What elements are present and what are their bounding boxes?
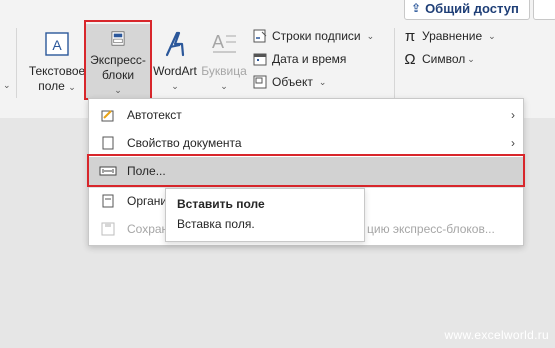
quick-parts-highlight xyxy=(84,20,152,100)
chevron-right-icon: › xyxy=(511,108,515,122)
textbox-label-line1: Текстовое xyxy=(28,64,86,78)
equation-button[interactable]: π Уравнение ⌄ xyxy=(402,26,496,46)
organizer-icon xyxy=(99,193,117,209)
textbox-icon: A xyxy=(45,32,69,56)
field-tooltip: Вставить поле Вставка поля. xyxy=(165,188,365,242)
chevron-down-icon: ⌄ xyxy=(366,30,375,41)
textbox-button[interactable]: A Текстовое поле ⌄ xyxy=(28,30,86,95)
menu-item-label: Свойство документа xyxy=(127,136,242,150)
document-property-icon xyxy=(99,135,117,151)
group-separator xyxy=(394,28,395,98)
dropcap-label: Буквица xyxy=(201,64,247,78)
symbol-button[interactable]: Ω Символ ⌄ xyxy=(402,49,475,69)
chevron-down-icon: ⌄ xyxy=(3,80,11,90)
omega-icon: Ω xyxy=(404,50,416,68)
textbox-label-line2: поле xyxy=(38,79,65,93)
group-separator xyxy=(16,28,17,98)
wordart-icon xyxy=(165,31,185,57)
share-options-button[interactable] xyxy=(533,0,555,20)
menu-item-label: Органи xyxy=(127,194,168,208)
object-icon xyxy=(252,74,268,90)
chevron-down-icon: ⌄ xyxy=(220,81,228,91)
menu-item-label-suffix: цию экспресс-блоков... xyxy=(367,222,495,236)
watermark: www.excelworld.ru xyxy=(444,328,549,342)
share-label: Общий доступ xyxy=(425,0,519,16)
field-highlight xyxy=(87,154,525,187)
dropcap-icon: A xyxy=(212,32,236,53)
dropcap-button[interactable]: A Буквица ⌄ xyxy=(200,30,248,94)
svg-text:A: A xyxy=(212,32,224,52)
pi-icon: π xyxy=(404,27,416,45)
menu-item-label: Сохран xyxy=(127,222,169,236)
signature-line-label: Строки подписи xyxy=(272,29,361,43)
signature-icon xyxy=(252,28,268,44)
date-time-label: Дата и время xyxy=(272,52,347,66)
menu-item-autotext[interactable]: Автотекст › xyxy=(89,101,523,129)
share-icon: ⇪ xyxy=(411,1,422,15)
signature-line-button[interactable]: Строки подписи ⌄ xyxy=(252,26,374,46)
date-time-button[interactable]: Дата и время xyxy=(252,49,346,69)
chevron-down-icon: ⌄ xyxy=(318,76,327,87)
symbol-label: Символ xyxy=(422,52,466,66)
calendar-icon xyxy=(252,51,268,67)
autotext-icon xyxy=(99,107,117,123)
chevron-down-icon: ⌄ xyxy=(68,82,76,92)
equation-label: Уравнение xyxy=(422,29,483,43)
object-label: Объект xyxy=(272,75,313,89)
wordart-label: WordArt xyxy=(153,64,197,78)
object-button[interactable]: Объект ⌄ xyxy=(252,72,326,92)
tooltip-title: Вставить поле xyxy=(177,197,265,211)
svg-text:A: A xyxy=(52,37,62,53)
chevron-right-icon: › xyxy=(511,136,515,150)
save-selection-icon xyxy=(99,221,117,237)
chevron-down-icon: ⌄ xyxy=(467,53,475,64)
wordart-button[interactable]: WordArt ⌄ xyxy=(150,30,200,94)
menu-item-document-property[interactable]: Свойство документа › xyxy=(89,129,523,157)
tooltip-description: Вставка поля. xyxy=(177,217,255,231)
menu-item-label: Автотекст xyxy=(127,108,182,122)
share-button[interactable]: ⇪ Общий доступ xyxy=(404,0,530,20)
chevron-down-icon: ⌄ xyxy=(488,30,496,41)
chevron-down-icon: ⌄ xyxy=(171,81,179,91)
